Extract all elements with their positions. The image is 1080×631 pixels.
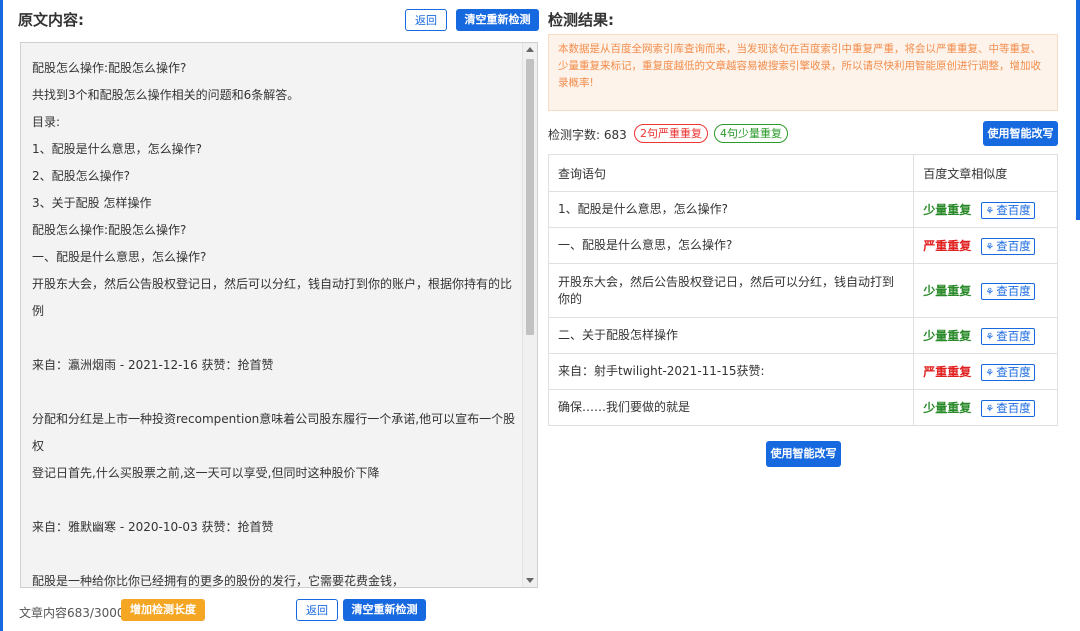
check-baidu-button[interactable]: ⚘ 查百度	[981, 237, 1035, 255]
bottom-smart-rewrite-button[interactable]: 使用智能改写	[766, 441, 841, 467]
severity-label: 少量重复	[923, 400, 972, 415]
severity-label: 少量重复	[923, 202, 972, 217]
check-baidu-label: 查百度	[996, 400, 1031, 415]
severity-label: 严重重复	[923, 364, 972, 379]
text-line: 目录:	[32, 115, 61, 129]
text-line	[32, 487, 518, 514]
text-line	[32, 379, 518, 406]
check-baidu-label: 查百度	[996, 364, 1031, 379]
text-line	[32, 325, 518, 352]
similarity-cell: 少量重复 ⚘ 查百度	[913, 317, 1058, 354]
table-row: 来自：射手twilight-2021-11-15获赞: 严重重复 ⚘ 查百度	[547, 353, 1058, 390]
check-baidu-label: 查百度	[996, 202, 1031, 217]
check-baidu-label: 查百度	[996, 328, 1031, 343]
text-line: 登记日首先,什么买股票之前,这一天可以享受,但同时这种股价下降	[32, 466, 380, 480]
text-line: 配股怎么操作:配股怎么操作?	[32, 61, 187, 75]
result-title: 检测结果:	[548, 11, 614, 29]
severity-label: 少量重复	[923, 328, 972, 343]
query-sentence: 开股东大会，然后公告股权登记日，然后可以分红，钱自动打到你的	[547, 263, 915, 318]
query-sentence: 一、配股是什么意思，怎么操作?	[547, 227, 915, 264]
scroll-up-arrow-icon[interactable]	[526, 47, 534, 52]
bottom-clear-recheck-button[interactable]: 清空重新检测	[343, 599, 426, 621]
similarity-column-header: 百度文章相似度	[913, 154, 1058, 192]
query-sentence: 1、配股是什么意思，怎么操作?	[547, 191, 915, 228]
original-content-title: 原文内容:	[18, 11, 84, 29]
smart-rewrite-button[interactable]: 使用智能改写	[983, 121, 1058, 146]
baidu-paw-icon: ⚘	[985, 367, 995, 379]
baidu-paw-icon: ⚘	[985, 403, 995, 415]
text-line	[32, 541, 518, 568]
result-table: 查询语句 百度文章相似度 1、配股是什么意思，怎么操作? 少量重复 ⚘ 查百度 一、配股…	[547, 154, 1058, 426]
query-sentence: 二、关于配股怎样操作	[547, 317, 915, 354]
similarity-cell: 严重重复 ⚘ 查百度	[913, 353, 1058, 390]
check-baidu-button[interactable]: ⚘ 查百度	[981, 282, 1035, 300]
text-line: 一、配股是什么意思，怎么操作?	[32, 250, 207, 264]
table-row: 1、配股是什么意思，怎么操作? 少量重复 ⚘ 查百度	[547, 191, 1058, 228]
left-accent-bar	[0, 0, 3, 631]
severe-count-tag: 2句严重重复	[634, 124, 708, 143]
query-sentence: 来自：射手twilight-2021-11-15获赞:	[547, 353, 915, 390]
content-length-counter: 文章内容683/3000	[19, 606, 125, 620]
clear-recheck-button[interactable]: 清空重新检测	[456, 9, 539, 31]
text-line: 配股是一种给你比你已经拥有的更多的股份的发行，它需要花费金钱，	[32, 574, 405, 588]
baidu-paw-icon: ⚘	[985, 205, 995, 217]
text-line: 2、配股怎么操作?	[32, 169, 131, 183]
similarity-cell: 严重重复 ⚘ 查百度	[913, 227, 1058, 264]
baidu-paw-icon: ⚘	[985, 286, 995, 298]
table-header-row: 查询语句 百度文章相似度	[547, 154, 1058, 192]
text-line: 来自：雅默幽寒 - 2020-10-03 获赞：抢首赞	[32, 520, 274, 534]
text-line: 1、配股是什么意思，怎么操作?	[32, 142, 203, 156]
scroll-thumb[interactable]	[526, 59, 534, 335]
baidu-paw-icon: ⚘	[985, 331, 995, 343]
original-text-area[interactable]: 配股怎么操作:配股怎么操作? 共找到3个和配股怎么操作相关的问题和6条解答。 目录:…	[20, 42, 538, 588]
text-line: 3、关于配股 怎样操作	[32, 196, 152, 210]
check-baidu-label: 查百度	[996, 283, 1031, 298]
word-count: 检测字数: 683	[548, 128, 627, 142]
text-line: 开股东大会，然后公告股权登记日，然后可以分红，钱自动打到你的账户，根据你持有的比	[32, 277, 513, 291]
check-baidu-button[interactable]: ⚘ 查百度	[981, 363, 1035, 381]
severity-label: 严重重复	[923, 238, 972, 253]
text-line: 共找到3个和配股怎么操作相关的问题和6条解答。	[32, 88, 300, 102]
text-line: 分配和分红是上市一种投资recompention意味着公司股东履行一个承诺,他可…	[32, 412, 516, 453]
bottom-back-button[interactable]: 返回	[296, 599, 338, 621]
query-column-header: 查询语句	[547, 154, 915, 192]
similarity-cell: 少量重复 ⚘ 查百度	[913, 263, 1058, 318]
increase-length-button[interactable]: 增加检测长度	[121, 599, 205, 621]
baidu-paw-icon: ⚘	[985, 241, 995, 253]
table-row: 开股东大会，然后公告股权登记日，然后可以分红，钱自动打到你的 少量重复 ⚘ 查百度	[547, 263, 1058, 318]
text-line: 例	[32, 304, 45, 318]
minor-count-tag: 4句少量重复	[714, 124, 788, 143]
check-baidu-button[interactable]: ⚘ 查百度	[981, 201, 1035, 219]
table-row: 二、关于配股怎样操作 少量重复 ⚘ 查百度	[547, 317, 1058, 354]
data-notice: 本数据是从百度全网索引库查询而来，当发现该句在百度索引中重复严重，将会以严重重复…	[548, 34, 1058, 111]
text-line: 来自：瀛洲烟雨 - 2021-12-16 获赞：抢首赞	[32, 358, 274, 372]
table-row: 确保……我们要做的就是 少量重复 ⚘ 查百度	[547, 389, 1058, 426]
check-baidu-label: 查百度	[996, 238, 1031, 253]
text-line: 配股怎么操作:配股怎么操作?	[32, 223, 187, 237]
severity-label: 少量重复	[923, 283, 972, 298]
table-row: 一、配股是什么意思，怎么操作? 严重重复 ⚘ 查百度	[547, 227, 1058, 264]
scroll-down-arrow-icon[interactable]	[526, 578, 534, 583]
original-text-content: 配股怎么操作:配股怎么操作? 共找到3个和配股怎么操作相关的问题和6条解答。 目录:…	[32, 55, 518, 588]
query-sentence: 确保……我们要做的就是	[547, 389, 915, 426]
text-scrollbar[interactable]	[522, 43, 537, 587]
similarity-cell: 少量重复 ⚘ 查百度	[913, 389, 1058, 426]
right-accent-bar	[1076, 0, 1080, 220]
check-baidu-button[interactable]: ⚘ 查百度	[981, 399, 1035, 417]
check-baidu-button[interactable]: ⚘ 查百度	[981, 327, 1035, 345]
similarity-cell: 少量重复 ⚘ 查百度	[913, 191, 1058, 228]
back-button[interactable]: 返回	[405, 9, 447, 31]
